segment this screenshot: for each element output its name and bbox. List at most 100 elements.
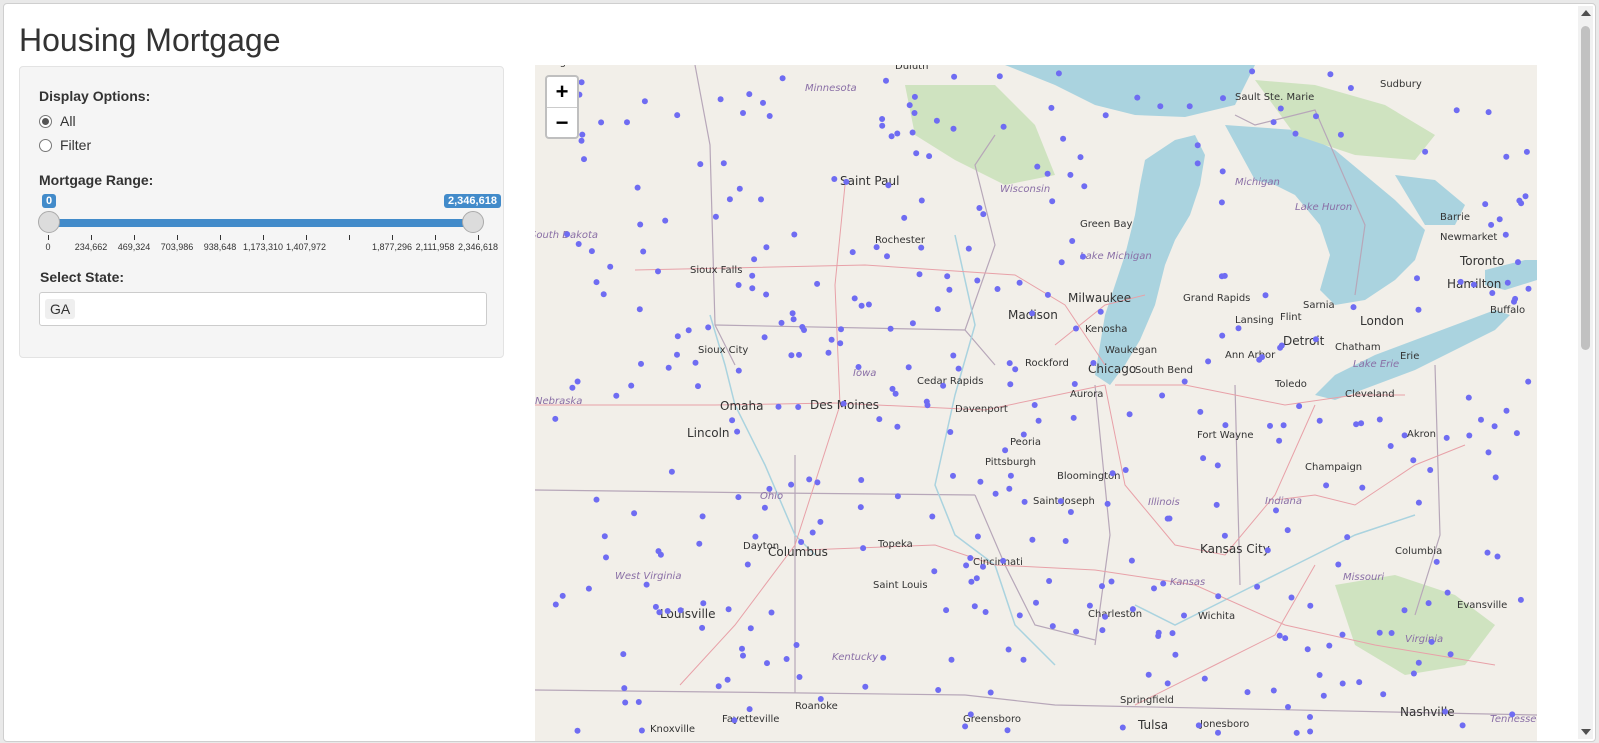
mortgage-marker[interactable] bbox=[880, 654, 887, 661]
map-canvas[interactable]: Duluth Minnesota Sault Ste. Marie Sudbury Sa… bbox=[535, 65, 1537, 741]
mortgage-marker[interactable] bbox=[1376, 416, 1383, 423]
mortgage-marker[interactable] bbox=[1201, 675, 1208, 682]
mortgage-marker[interactable] bbox=[638, 727, 645, 734]
mortgage-marker[interactable] bbox=[1387, 443, 1394, 449]
mortgage-marker[interactable] bbox=[971, 603, 978, 610]
mortgage-marker[interactable] bbox=[717, 96, 724, 103]
mortgage-marker[interactable] bbox=[1155, 633, 1162, 639]
mortgage-marker[interactable] bbox=[1057, 498, 1064, 505]
mortgage-marker[interactable] bbox=[1099, 627, 1106, 634]
mortgage-marker[interactable] bbox=[1359, 484, 1366, 491]
mortgage-marker[interactable] bbox=[1496, 216, 1503, 223]
mortgage-marker[interactable] bbox=[1016, 279, 1023, 286]
mortgage-marker[interactable] bbox=[894, 130, 901, 137]
mortgage-marker[interactable] bbox=[918, 244, 925, 251]
mortgage-marker[interactable] bbox=[1320, 692, 1327, 699]
mortgage-marker[interactable] bbox=[726, 196, 733, 203]
mortgage-marker[interactable] bbox=[801, 327, 807, 333]
mortgage-marker[interactable] bbox=[1119, 724, 1126, 731]
mortgage-marker[interactable] bbox=[1276, 632, 1283, 639]
mortgage-marker[interactable] bbox=[943, 607, 950, 614]
mortgage-marker[interactable] bbox=[879, 116, 886, 122]
mortgage-marker[interactable] bbox=[906, 102, 913, 109]
mortgage-marker[interactable] bbox=[963, 562, 970, 569]
mortgage-marker[interactable] bbox=[1102, 112, 1109, 119]
mortgage-marker[interactable] bbox=[1108, 578, 1115, 585]
mortgage-marker[interactable] bbox=[855, 364, 862, 370]
mortgage-marker[interactable] bbox=[1428, 638, 1435, 645]
mortgage-marker[interactable] bbox=[731, 717, 738, 724]
mortgage-marker[interactable] bbox=[1457, 278, 1464, 285]
mortgage-marker[interactable] bbox=[697, 161, 704, 168]
mortgage-marker[interactable] bbox=[700, 600, 707, 607]
mortgage-marker[interactable] bbox=[1415, 499, 1422, 506]
mortgage-marker[interactable] bbox=[1515, 259, 1521, 266]
mortgage-marker[interactable] bbox=[905, 364, 912, 371]
mortgage-marker[interactable] bbox=[637, 221, 644, 228]
state-select[interactable]: GA bbox=[39, 292, 487, 326]
mortgage-marker[interactable] bbox=[879, 122, 886, 129]
mortgage-marker[interactable] bbox=[1073, 628, 1080, 635]
mortgage-marker[interactable] bbox=[578, 79, 585, 86]
mortgage-marker[interactable] bbox=[593, 496, 600, 503]
mortgage-marker[interactable] bbox=[1259, 354, 1265, 361]
mortgage-marker[interactable] bbox=[1058, 259, 1065, 266]
mortgage-marker[interactable] bbox=[760, 99, 766, 106]
mortgage-marker[interactable] bbox=[950, 352, 957, 359]
mortgage-marker[interactable] bbox=[559, 592, 566, 599]
mortgage-marker[interactable] bbox=[552, 601, 559, 608]
mortgage-marker[interactable] bbox=[817, 518, 824, 525]
mortgage-marker[interactable] bbox=[1205, 358, 1212, 365]
mortgage-marker[interactable] bbox=[758, 196, 764, 203]
mortgage-marker[interactable] bbox=[1081, 183, 1088, 190]
mortgage-marker[interactable] bbox=[1282, 635, 1289, 642]
mortgage-marker[interactable] bbox=[749, 285, 756, 292]
radio-filter-circle[interactable] bbox=[39, 138, 52, 152]
mortgage-marker[interactable] bbox=[1425, 600, 1432, 607]
mortgage-marker[interactable] bbox=[739, 645, 745, 652]
mortgage-marker[interactable] bbox=[751, 256, 758, 263]
mortgage-marker[interactable] bbox=[1049, 623, 1056, 630]
mortgage-marker[interactable] bbox=[1273, 507, 1279, 514]
mortgage-marker[interactable] bbox=[1069, 238, 1076, 244]
mortgage-marker[interactable] bbox=[775, 403, 782, 410]
mortgage-marker[interactable] bbox=[607, 263, 614, 270]
mortgage-marker[interactable] bbox=[796, 674, 803, 680]
mortgage-marker[interactable] bbox=[909, 129, 916, 136]
mortgage-marker[interactable] bbox=[1181, 378, 1188, 385]
mortgage-marker[interactable] bbox=[747, 625, 754, 632]
mortgage-marker[interactable] bbox=[1046, 578, 1053, 584]
mortgage-marker[interactable] bbox=[724, 676, 731, 683]
mortgage-marker[interactable] bbox=[924, 402, 931, 409]
mortgage-marker[interactable] bbox=[1410, 457, 1417, 464]
mortgage-marker[interactable] bbox=[974, 277, 981, 284]
mortgage-marker[interactable] bbox=[1020, 656, 1027, 663]
mortgage-marker[interactable] bbox=[1427, 467, 1434, 473]
mortgage-marker[interactable] bbox=[628, 382, 635, 389]
mortgage-marker[interactable] bbox=[729, 417, 736, 424]
mortgage-marker[interactable] bbox=[1215, 729, 1221, 736]
mortgage-marker[interactable] bbox=[1380, 691, 1387, 698]
mortgage-marker[interactable] bbox=[1339, 680, 1346, 687]
mortgage-marker[interactable] bbox=[968, 578, 975, 585]
mortgage-marker[interactable] bbox=[849, 249, 856, 256]
mortgage-marker[interactable] bbox=[1316, 672, 1323, 678]
mortgage-marker[interactable] bbox=[665, 364, 672, 371]
scroll-up-arrow-icon[interactable] bbox=[1581, 10, 1591, 16]
mortgage-marker[interactable] bbox=[1414, 275, 1420, 282]
mortgage-marker[interactable] bbox=[946, 286, 953, 293]
mortgage-marker[interactable] bbox=[1194, 142, 1201, 149]
mortgage-marker[interactable] bbox=[725, 606, 732, 613]
mortgage-marker[interactable] bbox=[857, 504, 864, 511]
mortgage-marker[interactable] bbox=[1264, 547, 1271, 554]
mortgage-marker[interactable] bbox=[967, 711, 974, 718]
mortgage-marker[interactable] bbox=[569, 384, 576, 391]
mortgage-marker[interactable] bbox=[1029, 310, 1036, 317]
mortgage-marker[interactable] bbox=[1126, 411, 1133, 418]
mortgage-marker[interactable] bbox=[656, 609, 663, 616]
mortgage-marker[interactable] bbox=[1222, 422, 1229, 429]
mortgage-marker[interactable] bbox=[1195, 722, 1202, 729]
mortgage-marker[interactable] bbox=[1067, 509, 1074, 515]
mortgage-marker[interactable] bbox=[1270, 687, 1277, 694]
mortgage-marker[interactable] bbox=[851, 295, 858, 302]
